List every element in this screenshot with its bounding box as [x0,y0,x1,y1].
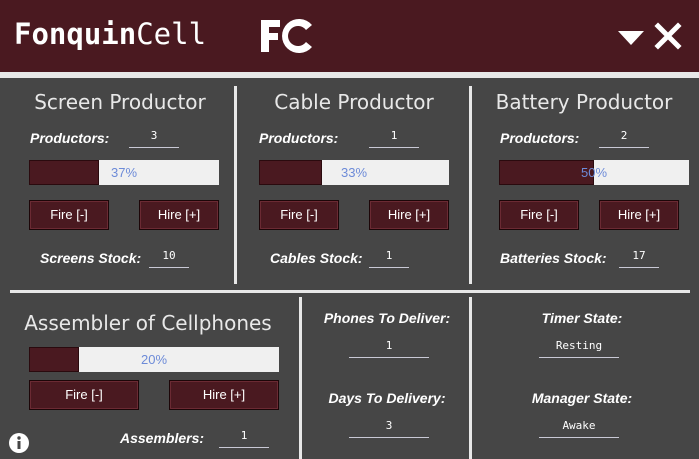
cable-progress-bar: 33% [259,160,449,185]
info-icon[interactable] [8,432,30,454]
chevron-down-icon[interactable] [617,28,645,48]
screen-productor-title: Screen Productor [34,90,206,114]
timer-state-field: Resting [539,338,619,358]
battery-hire-button[interactable]: Hire [+] [599,200,679,230]
assembler-fire-button[interactable]: Fire [-] [29,380,139,410]
battery-productor-title: Battery Productor [495,90,673,114]
manager-state-field: Awake [539,418,619,438]
close-icon[interactable] [654,22,682,50]
battery-productors-field[interactable]: 2 [599,128,649,148]
header-divider [0,72,699,78]
divider [469,86,472,284]
battery-productors-label: Productors: [500,130,580,146]
divider [10,290,690,293]
cable-progress-text: 33% [340,165,368,180]
cables-stock-label: Cables Stock: [270,250,363,266]
title-bar: FonquinCell [0,0,699,72]
phones-to-deliver-field: 1 [349,338,429,358]
cable-fire-button[interactable]: Fire [-] [259,200,339,230]
assemblers-label: Assemblers: [120,430,205,446]
batteries-stock-field: 17 [619,248,659,268]
cable-hire-button[interactable]: Hire [+] [369,200,449,230]
screen-productors-field[interactable]: 3 [129,128,179,148]
screens-stock-field: 10 [149,248,189,268]
app-name-bold: Fonquin [14,17,137,51]
assembler-progress-bar: 20% [29,347,279,372]
timer-state-label: Timer State: [541,310,623,326]
battery-fire-button[interactable]: Fire [-] [499,200,579,230]
cable-productors-label: Productors: [259,130,339,146]
battery-progress-bar: 50% [499,160,689,185]
cables-stock-field: 1 [369,248,409,268]
days-to-delivery-field: 3 [349,418,429,438]
cable-productors-field[interactable]: 1 [369,128,419,148]
phones-to-deliver-label: Phones To Deliver: [323,310,451,326]
assembler-hire-button[interactable]: Hire [+] [169,380,279,410]
screen-progress-text: 37% [110,165,138,180]
screens-stock-label: Screens Stock: [40,250,142,266]
batteries-stock-label: Batteries Stock: [500,250,607,266]
screen-fire-button[interactable]: Fire [-] [29,200,109,230]
fc-logo-icon [261,19,312,53]
app-name-rest: Cell [136,17,207,51]
manager-state-label: Manager State: [531,390,633,406]
battery-progress-text: 50% [580,165,608,180]
assemblers-field: 1 [219,428,269,448]
app-name: FonquinCell [14,17,206,51]
assembler-title: Assembler of Cellphones [24,311,272,335]
divider [234,86,237,284]
cable-productor-title: Cable Productor [274,90,434,114]
screen-hire-button[interactable]: Hire [+] [139,200,219,230]
screen-progress-bar: 37% [29,160,219,185]
assembler-progress-text: 20% [140,352,168,367]
screen-productors-label: Productors: [30,130,110,146]
days-to-delivery-label: Days To Delivery: [328,390,446,406]
